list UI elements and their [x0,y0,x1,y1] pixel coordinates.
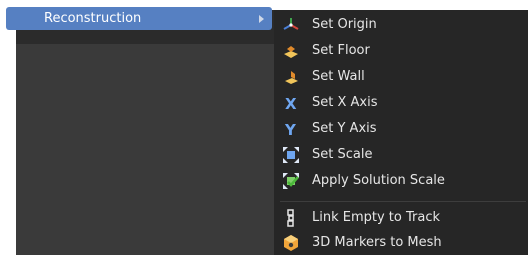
menu-item-label: Set X Axis [312,95,378,110]
x-axis-icon: X [282,94,300,113]
menu-item-label: Set Origin [312,17,377,32]
parent-menu [16,10,275,255]
y-axis-icon: Y [282,120,300,139]
menu-item-set-wall[interactable]: Set Wall [274,65,528,89]
menu-item-label: Link Empty to Track [312,210,441,225]
menu-item-set-floor[interactable]: Set Floor [274,39,528,63]
svg-text:Y: Y [284,121,297,138]
menu-item-label: 3D Markers to Mesh [312,235,442,250]
menu-item-set-x-axis[interactable]: X Set X Axis [274,91,528,115]
menu-item-set-y-axis[interactable]: Y Set Y Axis [274,117,528,141]
link-empty-icon [282,209,300,227]
menu-item-link-empty-to-track[interactable]: Link Empty to Track [274,206,528,230]
apply-solution-scale-icon [282,172,300,190]
markers-to-mesh-icon [282,234,300,252]
menu-item-set-origin[interactable]: Set Origin [274,13,528,37]
menu-item-apply-solution-scale[interactable]: Apply Solution Scale [274,169,528,193]
menu-item-set-scale[interactable]: Set Scale [274,143,528,167]
submenu-arrow-icon [259,14,264,23]
menu-item-3d-markers-to-mesh[interactable]: 3D Markers to Mesh [274,231,528,255]
reconstruction-submenu: Set Origin Set Floor Set Wall X Set X Ax… [274,10,528,255]
menu-item-label: Set Wall [312,69,365,84]
menu-item-label: Reconstruction [44,11,142,26]
set-wall-icon [282,68,300,86]
menu-separator [280,201,526,202]
set-scale-icon [282,146,300,164]
svg-text:X: X [285,95,297,112]
menu-item-label: Set Y Axis [312,121,377,136]
menu-item-label: Set Floor [312,43,370,58]
menu-item-label: Set Scale [312,147,373,162]
set-origin-icon [282,16,300,34]
menu-item-label: Apply Solution Scale [312,173,445,188]
set-floor-icon [282,42,300,60]
menu-item-reconstruction[interactable]: Reconstruction [6,7,272,30]
